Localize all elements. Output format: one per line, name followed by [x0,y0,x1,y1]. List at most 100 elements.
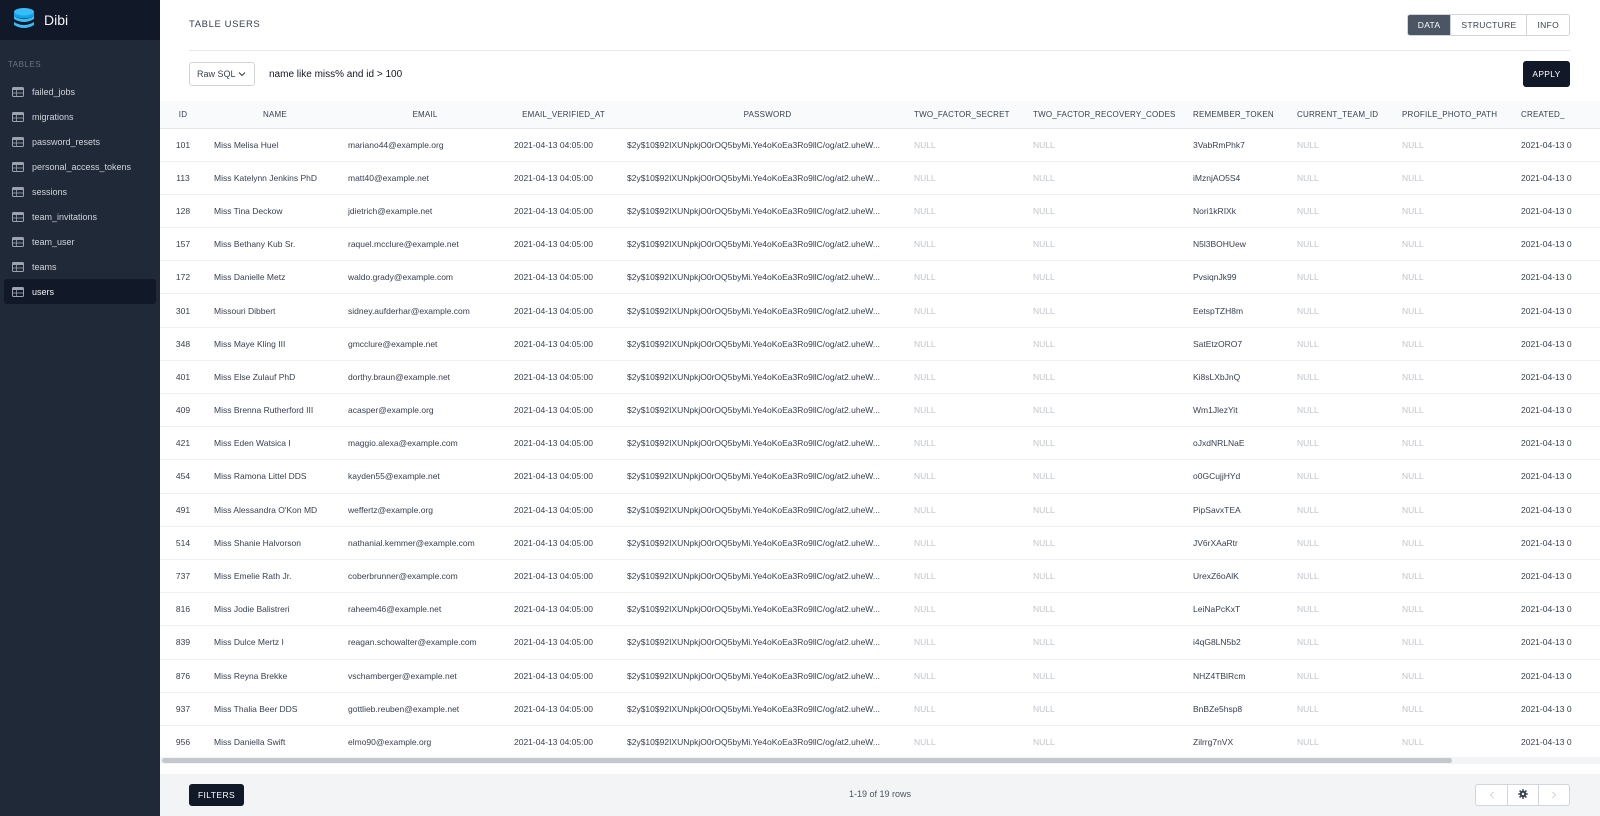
cell-current-team-id[interactable]: NULL [1297,360,1402,395]
cell-profile-photo-path[interactable]: NULL [1402,426,1521,461]
cell-current-team-id[interactable]: NULL [1297,161,1402,195]
tab-info[interactable]: INFO [1526,15,1569,35]
cell-name[interactable]: Miss Jodie Balistreri [206,592,344,627]
cell-password[interactable]: $2y$10$92IXUNpkjO0rOQ5byMi.Ye4oKoEa3Ro9l… [621,692,914,726]
cell-profile-photo-path[interactable]: NULL [1402,360,1521,395]
table-row[interactable]: 514 Miss Shanie Halvorson nathanial.kemmer… [160,526,1600,560]
cell-two-factor-secret[interactable]: NULL [914,327,1033,361]
cell-created-at[interactable]: 2021-04-13 0 [1521,493,1600,527]
cell-remember-token[interactable]: UrexZ6oAlK [1193,559,1297,594]
cell-created-at[interactable]: 2021-04-13 0 [1521,625,1600,660]
cell-email[interactable]: gmcclure@example.net [344,327,506,361]
cell-two-factor-recovery-codes[interactable]: NULL [1033,360,1193,395]
cell-password[interactable]: $2y$10$92IXUNpkjO0rOQ5byMi.Ye4oKoEa3Ro9l… [621,426,914,461]
cell-current-team-id[interactable]: NULL [1297,327,1402,361]
column-header-remember-token[interactable]: REMEMBER_TOKEN [1193,101,1297,129]
cell-email-verified-at[interactable]: 2021-04-13 04:05:00 [506,227,621,262]
cell-id[interactable]: 876 [160,659,206,693]
sidebar-item-migrations[interactable]: migrations [4,104,156,129]
table-row[interactable]: 157 Miss Bethany Kub Sr. raquel.mcclure@ex… [160,227,1600,262]
cell-email[interactable]: maggio.alexa@example.com [344,426,506,461]
cell-email[interactable]: coberbrunner@example.com [344,559,506,594]
cell-email-verified-at[interactable]: 2021-04-13 04:05:00 [506,293,621,328]
cell-email[interactable]: kayden55@example.net [344,459,506,494]
cell-profile-photo-path[interactable]: NULL [1402,592,1521,627]
cell-email[interactable]: elmo90@example.org [344,725,506,756]
cell-two-factor-recovery-codes[interactable]: NULL [1033,493,1193,527]
cell-remember-token[interactable]: JV6rXAaRtr [1193,526,1297,560]
cell-password[interactable]: $2y$10$92IXUNpkjO0rOQ5byMi.Ye4oKoEa3Ro9l… [621,526,914,560]
sidebar-item-team-user[interactable]: team_user [4,229,156,254]
cell-remember-token[interactable]: iMznjAO5S4 [1193,161,1297,195]
cell-email-verified-at[interactable]: 2021-04-13 04:05:00 [506,128,621,162]
cell-two-factor-secret[interactable]: NULL [914,393,1033,428]
settings-button[interactable] [1507,785,1538,805]
sidebar-item-team-invitations[interactable]: team_invitations [4,204,156,229]
cell-two-factor-recovery-codes[interactable]: NULL [1033,194,1193,229]
sidebar-item-users[interactable]: users [4,279,156,304]
tab-data[interactable]: DATA [1407,15,1451,35]
cell-profile-photo-path[interactable]: NULL [1402,227,1521,262]
cell-name[interactable]: Miss Dulce Mertz I [206,625,344,660]
cell-two-factor-secret[interactable]: NULL [914,194,1033,229]
cell-two-factor-recovery-codes[interactable]: NULL [1033,625,1193,660]
table-row[interactable]: 113 Miss Katelynn Jenkins PhD matt40@examp… [160,161,1600,195]
cell-current-team-id[interactable]: NULL [1297,128,1402,162]
table-row[interactable]: 348 Miss Maye Kling III gmcclure@example.n… [160,327,1600,361]
cell-created-at[interactable]: 2021-04-13 0 [1521,559,1600,594]
cell-current-team-id[interactable]: NULL [1297,625,1402,660]
cell-password[interactable]: $2y$10$92IXUNpkjO0rOQ5byMi.Ye4oKoEa3Ro9l… [621,360,914,395]
table-row[interactable]: 937 Miss Thalia Beer DDS gottlieb.reuben@e… [160,692,1600,726]
cell-name[interactable]: Miss Danielle Metz [206,260,344,295]
cell-name[interactable]: Miss Reyna Brekke [206,659,344,693]
cell-current-team-id[interactable]: NULL [1297,260,1402,295]
cell-name[interactable]: Miss Brenna Rutherford III [206,393,344,428]
cell-profile-photo-path[interactable]: NULL [1402,659,1521,693]
cell-email[interactable]: vschamberger@example.net [344,659,506,693]
cell-name[interactable]: Miss Emelie Rath Jr. [206,559,344,594]
cell-two-factor-recovery-codes[interactable]: NULL [1033,526,1193,560]
cell-two-factor-recovery-codes[interactable]: NULL [1033,592,1193,627]
cell-two-factor-recovery-codes[interactable]: NULL [1033,260,1193,295]
column-header-two-factor-recovery-codes[interactable]: TWO_FACTOR_RECOVERY_CODES [1033,101,1193,129]
cell-two-factor-recovery-codes[interactable]: NULL [1033,293,1193,328]
cell-password[interactable]: $2y$10$92IXUNpkjO0rOQ5byMi.Ye4oKoEa3Ro9l… [621,293,914,328]
cell-remember-token[interactable]: Nori1kRIXk [1193,194,1297,229]
cell-email-verified-at[interactable]: 2021-04-13 04:05:00 [506,194,621,229]
cell-remember-token[interactable]: Zilrrg7nVX [1193,725,1297,756]
cell-profile-photo-path[interactable]: NULL [1402,260,1521,295]
cell-email-verified-at[interactable]: 2021-04-13 04:05:00 [506,260,621,295]
cell-email-verified-at[interactable]: 2021-04-13 04:05:00 [506,625,621,660]
cell-email[interactable]: mariano44@example.org [344,128,506,162]
cell-remember-token[interactable]: BnBZe5hsp8 [1193,692,1297,726]
cell-email-verified-at[interactable]: 2021-04-13 04:05:00 [506,526,621,560]
cell-created-at[interactable]: 2021-04-13 0 [1521,194,1600,229]
table-row[interactable]: 101 Miss Melisa Huel mariano44@example.org… [160,128,1600,162]
table-row[interactable]: 956 Miss Daniella Swift elmo90@example.org… [160,725,1600,756]
cell-id[interactable]: 816 [160,592,206,627]
cell-profile-photo-path[interactable]: NULL [1402,194,1521,229]
cell-current-team-id[interactable]: NULL [1297,493,1402,527]
table-row[interactable]: 172 Miss Danielle Metz waldo.grady@example… [160,260,1600,295]
cell-created-at[interactable]: 2021-04-13 0 [1521,659,1600,693]
sidebar-item-password-resets[interactable]: password_resets [4,129,156,154]
cell-two-factor-recovery-codes[interactable]: NULL [1033,393,1193,428]
cell-two-factor-recovery-codes[interactable]: NULL [1033,227,1193,262]
cell-created-at[interactable]: 2021-04-13 0 [1521,426,1600,461]
cell-two-factor-secret[interactable]: NULL [914,426,1033,461]
cell-current-team-id[interactable]: NULL [1297,194,1402,229]
cell-name[interactable]: Miss Bethany Kub Sr. [206,227,344,262]
previous-page-button[interactable] [1476,785,1507,805]
cell-two-factor-secret[interactable]: NULL [914,493,1033,527]
cell-profile-photo-path[interactable]: NULL [1402,625,1521,660]
cell-password[interactable]: $2y$10$92IXUNpkjO0rOQ5byMi.Ye4oKoEa3Ro9l… [621,592,914,627]
column-header-current-team-id[interactable]: CURRENT_TEAM_ID [1297,101,1402,129]
cell-created-at[interactable]: 2021-04-13 0 [1521,128,1600,162]
filters-button[interactable]: FILTERS [189,784,244,806]
query-mode-select[interactable]: Raw SQL [189,62,255,86]
cell-password[interactable]: $2y$10$92IXUNpkjO0rOQ5byMi.Ye4oKoEa3Ro9l… [621,625,914,660]
cell-created-at[interactable]: 2021-04-13 0 [1521,360,1600,395]
column-header-email-verified-at[interactable]: EMAIL_VERIFIED_AT [506,101,621,129]
cell-id[interactable]: 113 [160,161,206,195]
cell-created-at[interactable]: 2021-04-13 0 [1521,293,1600,328]
